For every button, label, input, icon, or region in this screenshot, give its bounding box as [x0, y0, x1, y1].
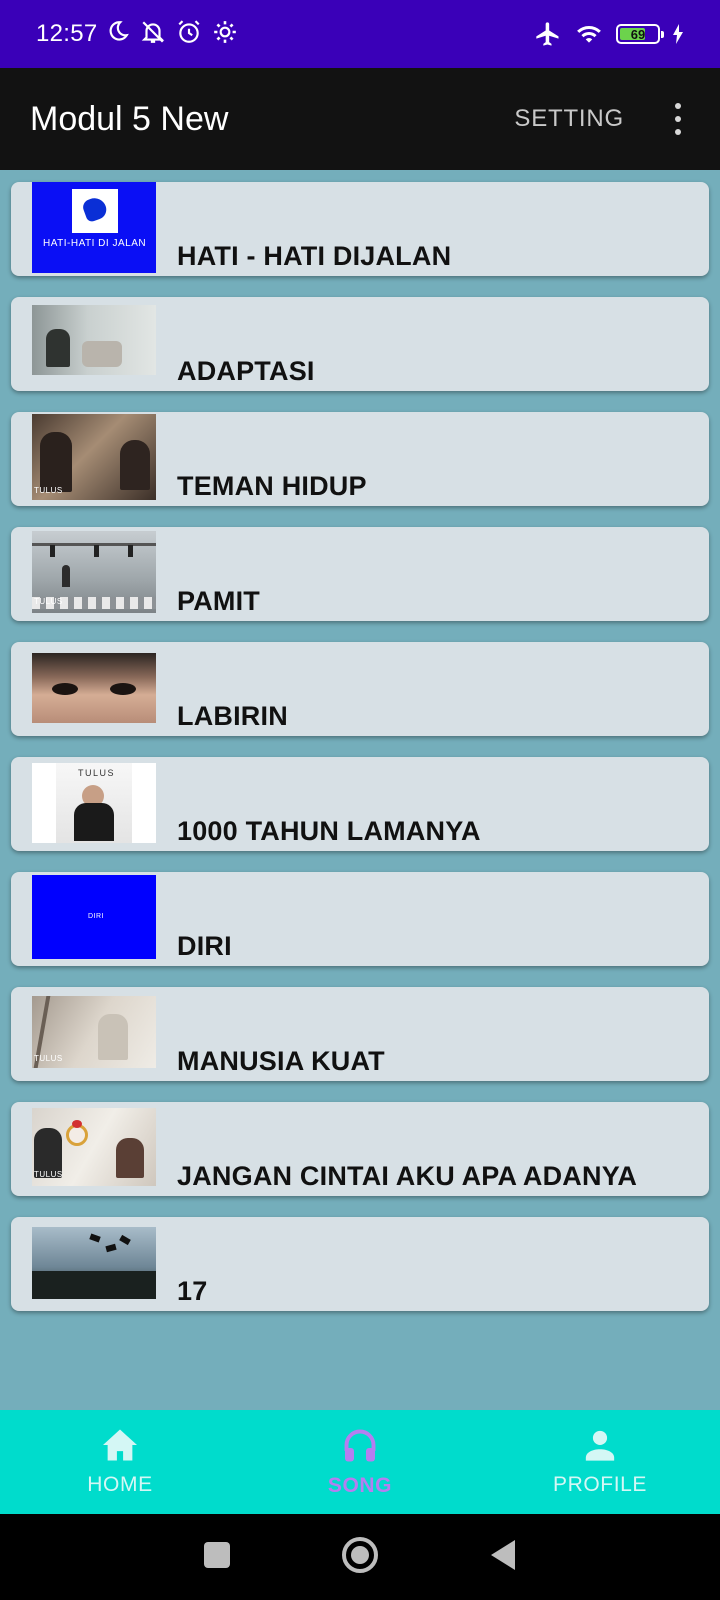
song-title: LABIRIN [177, 701, 288, 731]
song-card[interactable]: TULUS TEMAN HIDUP [11, 412, 709, 506]
nav-song-label: SONG [327, 1473, 393, 1497]
status-left-icons [104, 19, 238, 50]
song-card[interactable]: TULUS JANGAN CINTAI AKU APA ADANYA [11, 1102, 709, 1196]
bell-off-icon [140, 19, 166, 50]
song-thumbnail [32, 1227, 156, 1299]
nav-home[interactable]: HOME [0, 1410, 240, 1514]
nav-profile-label: PROFILE [552, 1472, 648, 1496]
song-card[interactable]: TULUS MANUSIA KUAT [11, 987, 709, 1081]
song-card[interactable]: ADAPTASI [11, 297, 709, 391]
song-thumbnail: TULUS [32, 763, 156, 843]
song-thumbnail [32, 653, 156, 723]
song-title: DIRI [177, 931, 232, 961]
song-title: HATI - HATI DIJALAN [177, 241, 452, 271]
song-card[interactable]: TULUS 1000 TAHUN LAMANYA [11, 757, 709, 851]
system-navigation-bar [0, 1514, 720, 1600]
song-thumbnail: HATI-HATI DI JALAN [32, 182, 156, 273]
thumb-caption: DIRI [88, 913, 104, 920]
home-button-icon[interactable] [341, 1536, 379, 1579]
nav-profile[interactable]: PROFILE [480, 1410, 720, 1514]
battery-icon: 69 [616, 24, 664, 44]
thumb-caption: TULUS [34, 486, 63, 495]
back-icon[interactable] [489, 1539, 517, 1576]
thumb-caption: TULUS [34, 1054, 63, 1063]
status-bar: 12:57 69 [0, 0, 720, 68]
person-icon [582, 1428, 618, 1467]
headphones-icon [341, 1427, 379, 1468]
song-thumbnail: TULUS [32, 1108, 156, 1186]
home-icon [101, 1428, 139, 1467]
setting-button[interactable]: SETTING [514, 105, 624, 133]
airplane-icon [534, 20, 562, 48]
recent-apps-icon[interactable] [203, 1541, 231, 1574]
song-thumbnail: TULUS [32, 531, 156, 613]
thumb-caption: HATI-HATI DI JALAN [43, 238, 147, 249]
song-title: ADAPTASI [177, 356, 315, 386]
charging-icon [672, 24, 684, 44]
song-card[interactable]: DIRI DIRI [11, 872, 709, 966]
song-thumbnail [32, 305, 156, 375]
nav-song[interactable]: SONG [240, 1410, 480, 1514]
song-title: TEMAN HIDUP [177, 471, 367, 501]
status-right-icons: 69 [534, 20, 684, 48]
song-title: 17 [177, 1276, 208, 1306]
battery-level: 69 [630, 26, 646, 42]
song-card[interactable]: LABIRIN [11, 642, 709, 736]
song-title: 1000 TAHUN LAMANYA [177, 816, 481, 846]
song-title: PAMIT [177, 586, 260, 616]
song-card[interactable]: TULUS PAMIT [11, 527, 709, 621]
wifi-icon [574, 21, 604, 47]
song-card[interactable]: 17 [11, 1217, 709, 1311]
song-thumbnail: DIRI [32, 875, 156, 959]
song-card[interactable]: HATI-HATI DI JALAN HATI - HATI DIJALAN [11, 182, 709, 276]
app-title: Modul 5 New [30, 99, 229, 138]
app-bar: Modul 5 New SETTING [0, 68, 720, 170]
alarm-icon [176, 19, 202, 50]
status-time: 12:57 [36, 20, 98, 47]
song-thumbnail: TULUS [32, 414, 156, 500]
thumb-caption: TULUS [34, 597, 63, 606]
thumb-caption: TULUS [78, 768, 116, 778]
song-thumbnail: TULUS [32, 996, 156, 1068]
song-title: JANGAN CINTAI AKU APA ADANYA [177, 1161, 638, 1191]
song-title: MANUSIA KUAT [177, 1046, 385, 1076]
overflow-menu-icon[interactable] [666, 99, 690, 139]
bottom-navigation: HOME SONG PROFILE [0, 1410, 720, 1514]
settings-gear-icon [212, 19, 238, 50]
nav-home-label: HOME [87, 1472, 153, 1496]
moon-icon [104, 19, 130, 50]
thumb-caption: TULUS [34, 1170, 63, 1179]
